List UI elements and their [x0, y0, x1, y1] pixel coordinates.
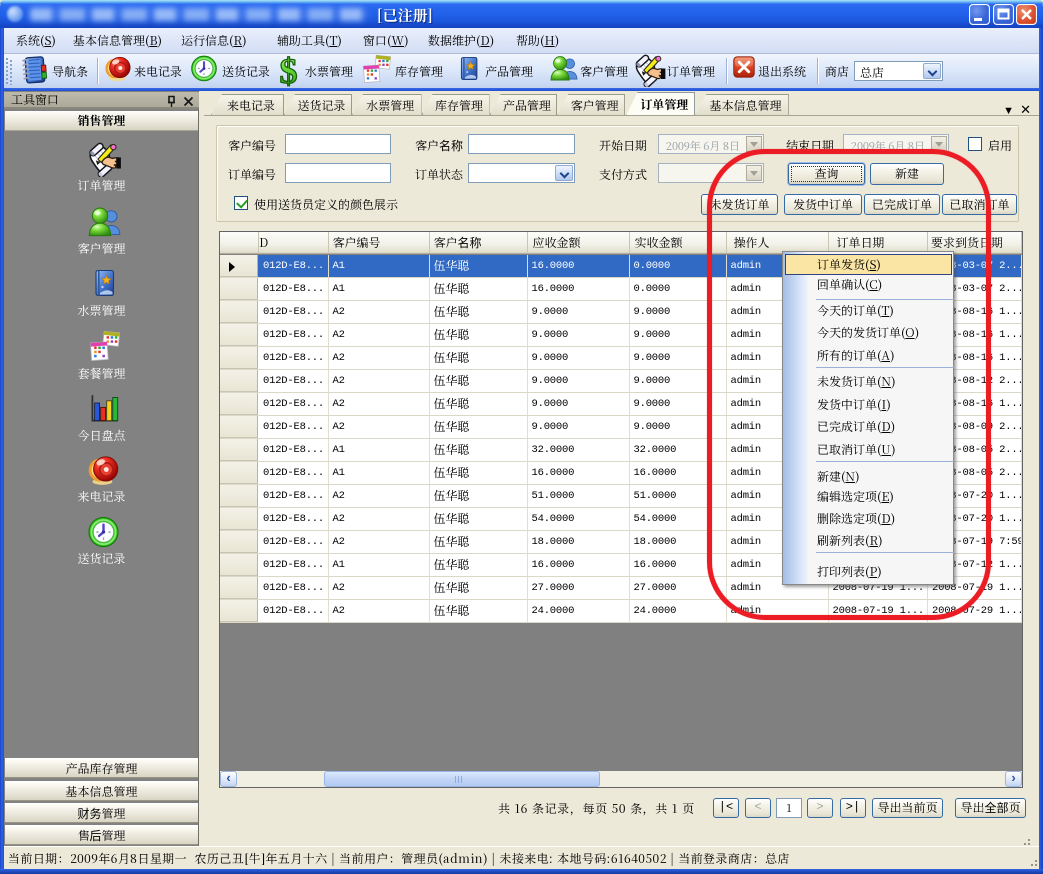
svg-text:$: $	[280, 55, 298, 88]
